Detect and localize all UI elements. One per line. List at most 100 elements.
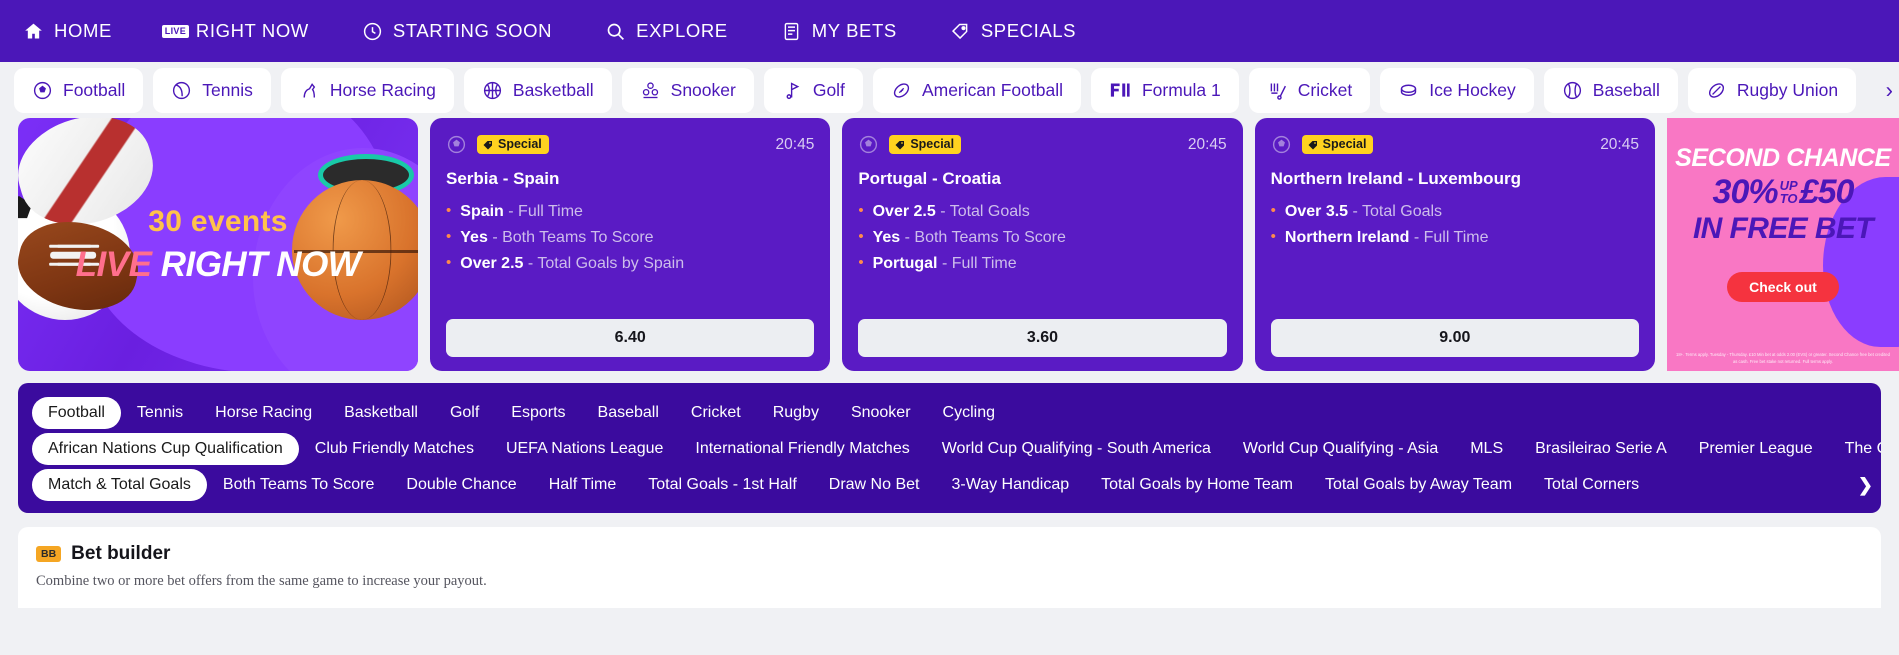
sport-pill-label: Ice Hockey <box>1429 79 1516 100</box>
filter-chip-golf[interactable]: Golf <box>434 397 495 429</box>
leg-market: - Total Goals <box>1352 203 1443 220</box>
bet-leg: • Yes - Both Teams To Score <box>858 226 1226 249</box>
filter-chip-total-goals-by-home-team[interactable]: Total Goals by Home Team <box>1085 469 1309 501</box>
filter-chip-uefa-nations-league[interactable]: UEFA Nations League <box>490 433 679 465</box>
leg-pick: Portugal <box>872 255 938 273</box>
bullet-icon: • <box>1270 228 1276 246</box>
filter-chip-total-goals-1st-half[interactable]: Total Goals - 1st Half <box>632 469 813 501</box>
tennis-icon <box>171 80 192 101</box>
sport-pill-label: Cricket <box>1297 79 1353 100</box>
sport-pill-snooker[interactable]: Snooker <box>621 67 754 113</box>
filter-chip-match-and-total-goals[interactable]: Match & Total Goals <box>32 469 207 501</box>
filter-chip-double-chance[interactable]: Double Chance <box>390 469 532 501</box>
card-header: Special 20:45 <box>1271 134 1639 155</box>
filter-chip-draw-no-bet[interactable]: Draw No Bet <box>813 469 936 501</box>
odds-button[interactable]: 6.40 <box>446 319 815 357</box>
sports-next-arrow[interactable]: › <box>1867 67 1897 113</box>
sport-pill-horse-racing[interactable]: Horse Racing <box>280 67 454 113</box>
sport-pill-basketball[interactable]: Basketball <box>463 67 612 113</box>
sport-pill-golf[interactable]: Golf <box>763 67 863 113</box>
nav-item-specials[interactable]: SPECIALS <box>949 20 1100 43</box>
event-time: 20:45 <box>1187 135 1227 153</box>
bet-leg: • Over 2.5 - Total Goals by Spain <box>446 252 814 275</box>
bet-legs-list: • Spain - Full Time • Yes - Both Teams T… <box>446 200 814 276</box>
sport-pill-baseball[interactable]: Baseball <box>1543 67 1678 113</box>
leg-market: - Total Goals by Spain <box>527 255 685 273</box>
special-badge-label: Special <box>1322 136 1367 151</box>
nav-item-explore[interactable]: EXPLORE <box>604 20 752 43</box>
bet-legs-list: • Over 3.5 - Total Goals • Northern Irel… <box>1271 200 1639 249</box>
filter-chip-club-friendly-matches[interactable]: Club Friendly Matches <box>299 433 490 465</box>
odds-button[interactable]: 9.00 <box>1270 319 1639 357</box>
filter-chip-horse-racing[interactable]: Horse Racing <box>199 397 328 429</box>
filter-chip-esports[interactable]: Esports <box>495 397 581 429</box>
nav-item-home[interactable]: HOME <box>22 20 136 43</box>
nav-item-starting-soon[interactable]: STARTING SOON <box>361 20 576 43</box>
football-icon <box>1271 134 1292 155</box>
special-bet-card[interactable]: Special 20:45 Northern Ireland - Luxembo… <box>1254 118 1655 371</box>
live-right-now-banner[interactable]: 30 events LIVE RIGHT NOW <box>18 118 418 371</box>
filter-chip-tennis[interactable]: Tennis <box>121 397 199 429</box>
sport-pill-ice-hockey[interactable]: Ice Hockey <box>1380 67 1534 113</box>
baseball-icon <box>1562 80 1583 101</box>
bet-leg: • Portugal - Full Time <box>858 252 1226 275</box>
match-title: Serbia - Spain <box>446 169 560 188</box>
filter-chip-premier-league[interactable]: Premier League <box>1683 433 1829 465</box>
special-bet-card[interactable]: Special 20:45 Serbia - Spain • Spain - F… <box>430 118 831 371</box>
filter-chip-cricket[interactable]: Cricket <box>675 397 757 429</box>
bet-builder-subtitle: Combine two or more bet offers from the … <box>36 573 487 589</box>
filter-chip-mls[interactable]: MLS <box>1454 433 1519 465</box>
filter-chip-brasileirao-serie-a[interactable]: Brasileirao Serie A <box>1519 433 1683 465</box>
odds-button[interactable]: 3.60 <box>858 319 1227 357</box>
search-icon <box>604 20 627 43</box>
filter-chip-world-cup-qualifying-asia[interactable]: World Cup Qualifying - Asia <box>1227 433 1454 465</box>
promo-check-out-button[interactable]: Check out <box>1727 272 1839 302</box>
filter-chip-total-goals-by-away-team[interactable]: Total Goals by Away Team <box>1309 469 1528 501</box>
leg-market: - Full Time <box>941 255 1017 273</box>
nav-item-my-bets[interactable]: MY BETS <box>780 20 921 43</box>
tag-icon <box>1308 140 1317 149</box>
sport-pill-label: Formula 1 <box>1141 79 1221 100</box>
filter-chip-rugby[interactable]: Rugby <box>757 397 835 429</box>
filter-chip-international-friendly-matches[interactable]: International Friendly Matches <box>679 433 925 465</box>
nav-item-right-now[interactable]: LIVE RIGHT NOW <box>161 20 333 43</box>
filter-chip-cycling[interactable]: Cycling <box>927 397 1011 429</box>
sport-pill-formula-1[interactable]: Formula 1 <box>1090 67 1239 113</box>
football-icon <box>446 134 467 155</box>
leg-market: - Both Teams To Score <box>492 229 654 247</box>
betslip-icon <box>780 20 803 43</box>
bullet-icon: • <box>446 254 452 272</box>
leg-market: - Both Teams To Score <box>904 229 1066 247</box>
filter-chip-the-championship[interactable]: The Championship <box>1829 433 1881 465</box>
american-football-icon <box>891 80 912 101</box>
sport-pill-american-football[interactable]: American Football <box>872 67 1081 113</box>
bullet-icon: • <box>1270 202 1276 219</box>
filter-chip-half-time[interactable]: Half Time <box>533 469 633 501</box>
leg-pick: Over 2.5 <box>872 203 936 220</box>
bet-builder-header: BB Bet builder <box>36 543 1863 565</box>
match-title: Portugal - Croatia <box>858 169 1001 188</box>
filter-chip-african-nations-cup-qualification[interactable]: African Nations Cup Qualification <box>32 433 299 465</box>
sport-pill-rugby-union[interactable]: Rugby Union <box>1687 67 1857 113</box>
special-bet-card[interactable]: Special 20:45 Portugal - Croatia • Over … <box>842 118 1243 371</box>
filter-chip-world-cup-qualifying-south-america[interactable]: World Cup Qualifying - South America <box>926 433 1227 465</box>
leg-pick: Yes <box>872 229 901 247</box>
filter-chip-3-way-handicap[interactable]: 3-Way Handicap <box>935 469 1085 501</box>
sport-pill-cricket[interactable]: Cricket <box>1248 67 1371 113</box>
sport-pill-label: Snooker <box>670 79 736 100</box>
nav-item-label: EXPLORE <box>636 20 728 41</box>
card-spacer <box>1271 249 1639 319</box>
filter-chip-basketball[interactable]: Basketball <box>328 397 434 429</box>
filter-chip-snooker[interactable]: Snooker <box>835 397 927 429</box>
filter-chip-baseball[interactable]: Baseball <box>582 397 675 429</box>
sport-pill-tennis[interactable]: Tennis <box>153 67 271 113</box>
promo-banner-second-chance[interactable]: SECOND CHANCE 30% UP TO £50 IN FREE BET … <box>1666 118 1899 371</box>
card-spacer <box>446 276 814 319</box>
promo-offer-line: 30% UP TO £50 <box>1713 173 1855 212</box>
filter-chip-both-teams-to-score[interactable]: Both Teams To Score <box>207 469 391 501</box>
nav-item-label: RIGHT NOW <box>195 20 309 41</box>
sport-pill-football[interactable]: Football <box>14 67 144 113</box>
filter-chip-football[interactable]: Football <box>32 397 121 429</box>
filter-chip-total-corners[interactable]: Total Corners <box>1528 469 1655 501</box>
bet-builder-title: Bet builder <box>71 543 171 564</box>
